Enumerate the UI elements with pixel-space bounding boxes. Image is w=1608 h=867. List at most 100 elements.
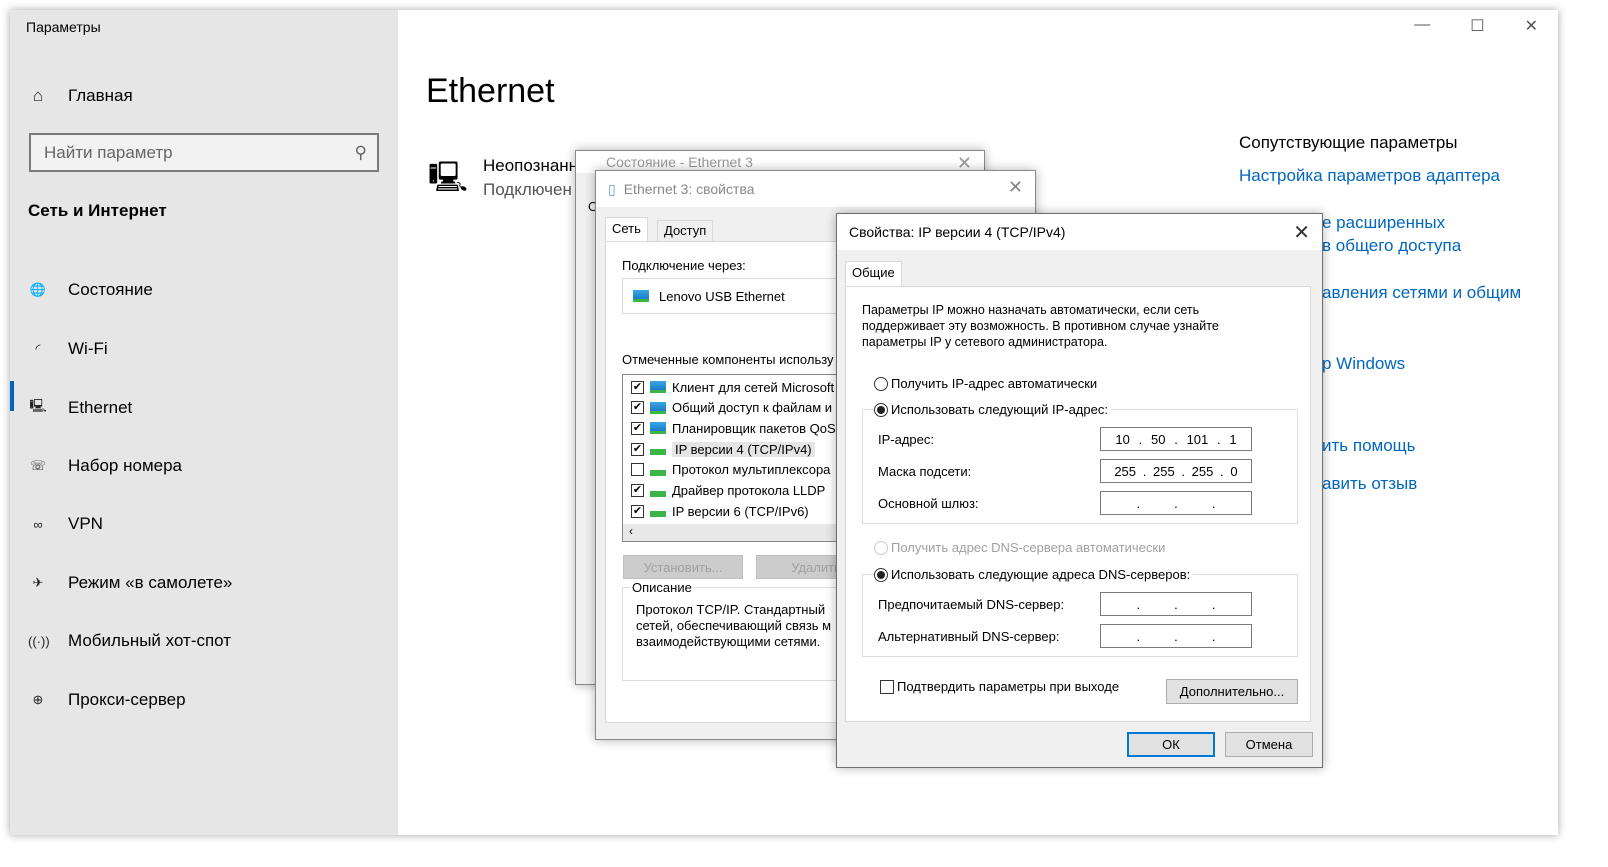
component-item[interactable]: ✔ IP версии 6 (TCP/IPv6) xyxy=(631,501,809,521)
network-client-icon xyxy=(650,381,666,393)
home-icon: ⌂ xyxy=(32,86,44,105)
network-client-icon xyxy=(650,401,666,414)
close-button[interactable]: ✕ xyxy=(1525,16,1538,36)
checkbox[interactable]: ✔ xyxy=(631,421,644,435)
auto-dns-label: Получить адрес DNS-сервера автоматически xyxy=(891,540,1166,555)
sidebar-item-5[interactable]: ∞ VPN xyxy=(28,514,103,534)
page-title: Ethernet xyxy=(426,72,555,110)
close-icon[interactable]: ✕ xyxy=(1008,177,1023,198)
sidebar-home[interactable]: ⌂ Главная xyxy=(28,86,133,106)
partial-link[interactable]: авить отзыв xyxy=(1322,474,1417,494)
ip-dot: . xyxy=(1136,596,1141,612)
manual-ip-radio[interactable]: Использовать следующий IP-адрес: xyxy=(874,402,1111,417)
ip-octet: 1 xyxy=(1229,431,1237,447)
ip-dot: . xyxy=(1138,431,1143,447)
tab-sharing[interactable]: Доступ xyxy=(657,220,714,242)
sidebar-item-label: Набор номера xyxy=(68,456,182,475)
search-input[interactable]: Найти параметр ⚲ xyxy=(29,133,379,172)
validate-checkbox[interactable]: Подтвердить параметры при выходе xyxy=(880,679,1119,694)
sidebar: Параметры ⌂ Главная Найти параметр ⚲ Сеть … xyxy=(10,10,398,835)
horizontal-scrollbar[interactable]: ‹ xyxy=(623,524,851,541)
subnet-mask-field[interactable]: 255. 255. 255. 0 xyxy=(1100,459,1252,483)
ip-dot: . xyxy=(1174,628,1178,644)
network-status: Подключен xyxy=(483,180,572,199)
ip-octet: 101 xyxy=(1186,431,1209,447)
partial-link[interactable]: р Windows xyxy=(1322,354,1405,374)
component-item[interactable]: ✔ Общий доступ к файлам и xyxy=(631,398,832,418)
sidebar-item-8[interactable]: ⊕ Прокси-сервер xyxy=(28,690,186,710)
partial-link[interactable]: авления сетями и общим xyxy=(1322,283,1521,303)
adapter-settings-link[interactable]: Настройка параметров адаптера xyxy=(1239,166,1500,186)
auto-ip-radio[interactable]: Получить IP-адрес автоматически xyxy=(874,376,1097,391)
close-icon[interactable]: ✕ xyxy=(1293,220,1310,245)
alternate-dns-field[interactable]: ... xyxy=(1100,624,1252,648)
description-text: Протокол TCP/IP. Стандартный сетей, обес… xyxy=(636,602,832,649)
partial-link[interactable]: е расширенных xyxy=(1322,213,1445,233)
protocol-icon xyxy=(650,469,666,476)
maximize-button[interactable]: ☐ xyxy=(1470,16,1484,36)
checkbox[interactable]: ✔ xyxy=(631,504,644,518)
protocol-icon xyxy=(650,490,666,497)
partial-link[interactable]: ить помощь xyxy=(1322,436,1416,456)
preferred-dns-field[interactable]: ... xyxy=(1100,592,1252,616)
sidebar-item-4[interactable]: ☏ Набор номера xyxy=(28,456,182,476)
sidebar-item-6[interactable]: ✈ Режим «в самолете» xyxy=(28,573,233,593)
network-client-icon xyxy=(650,422,666,435)
ip-dot: . xyxy=(1136,628,1141,644)
globe-icon: 🌐 xyxy=(29,282,47,297)
ip-dot: . xyxy=(1174,596,1178,612)
ok-button[interactable]: ОК xyxy=(1127,732,1215,757)
checkbox[interactable]: ✔ xyxy=(631,380,644,394)
radio-circle xyxy=(874,376,888,391)
component-item[interactable]: ✔ Драйвер протокола LLDP xyxy=(631,481,825,501)
component-label: Клиент для сетей Microsoft xyxy=(672,379,835,395)
sidebar-item-label: Режим «в самолете» xyxy=(68,573,233,592)
checkbox[interactable]: ✔ xyxy=(631,401,644,415)
mask-label: Маска подсети: xyxy=(878,464,972,479)
manual-dns-radio[interactable]: Использовать следующие адреса DNS-сервер… xyxy=(874,567,1194,582)
gateway-field[interactable]: ... xyxy=(1100,491,1252,515)
advanced-button[interactable]: Дополнительно... xyxy=(1166,679,1298,704)
ip-dot: . xyxy=(1211,628,1216,644)
network-name[interactable]: Неопознанн xyxy=(483,156,578,176)
auto-ip-label: Получить IP-адрес автоматически xyxy=(891,376,1098,391)
minimize-button[interactable]: — xyxy=(1414,16,1430,36)
ip-label: IP-адрес: xyxy=(878,432,934,447)
partial-link[interactable]: в общего доступа xyxy=(1322,236,1461,256)
tab-network[interactable]: Сеть xyxy=(605,217,648,242)
airplane-icon: ✈ xyxy=(32,575,44,590)
tab-general[interactable]: Общие xyxy=(845,261,902,287)
checkbox[interactable] xyxy=(631,463,644,477)
ip-dot: . xyxy=(1142,463,1147,479)
adapter-name: Lenovo USB Ethernet xyxy=(659,288,785,304)
sidebar-item-2[interactable]: ◜ Wi-Fi xyxy=(28,339,107,359)
home-label: Главная xyxy=(68,86,133,105)
ip-octet: 255 xyxy=(1114,463,1137,479)
section-heading: Сеть и Интернет xyxy=(28,201,167,220)
manual-dns-label: Использовать следующие адреса DNS-сервер… xyxy=(891,567,1191,582)
cancel-button[interactable]: Отмена xyxy=(1225,732,1313,757)
component-item[interactable]: ✔ Клиент для сетей Microsoft xyxy=(631,377,834,397)
auto-dns-radio[interactable]: Получить адрес DNS-сервера автоматически xyxy=(874,540,1165,555)
sidebar-item-label: Мобильный хот-спот xyxy=(68,631,232,650)
component-item[interactable]: ✔ Планировщик пакетов QoS xyxy=(631,418,836,438)
hotspot-icon: ((·)) xyxy=(28,633,50,649)
sidebar-item-1[interactable]: 🌐 Состояние xyxy=(28,280,153,300)
dialup-icon: ☏ xyxy=(29,458,47,473)
component-item[interactable]: ✔ IP версии 4 (TCP/IPv4) xyxy=(631,439,815,459)
component-label: Протокол мультиплексора xyxy=(672,462,831,478)
component-label: IP версии 4 (TCP/IPv4) xyxy=(672,441,815,457)
component-label: Планировщик пакетов QoS xyxy=(672,420,836,436)
sidebar-item-7[interactable]: ((·)) Мобильный хот-спот xyxy=(28,631,231,651)
checkbox[interactable]: ✔ xyxy=(631,484,644,497)
ip-dot: . xyxy=(1174,495,1178,511)
radio-circle xyxy=(874,540,888,555)
ip-address-field[interactable]: 10. 50. 101. 1 xyxy=(1100,427,1252,451)
checkbox[interactable]: ✔ xyxy=(631,442,644,456)
connect-via-label: Подключение через: xyxy=(622,258,746,273)
install-button[interactable]: Установить... xyxy=(623,555,743,579)
ip-octet: 255 xyxy=(1191,463,1214,479)
component-item[interactable]: Протокол мультиплексора xyxy=(631,460,830,480)
sidebar-item-3[interactable]: 🖳 Ethernet xyxy=(28,397,132,419)
wifi-icon: ◜ xyxy=(35,341,41,356)
